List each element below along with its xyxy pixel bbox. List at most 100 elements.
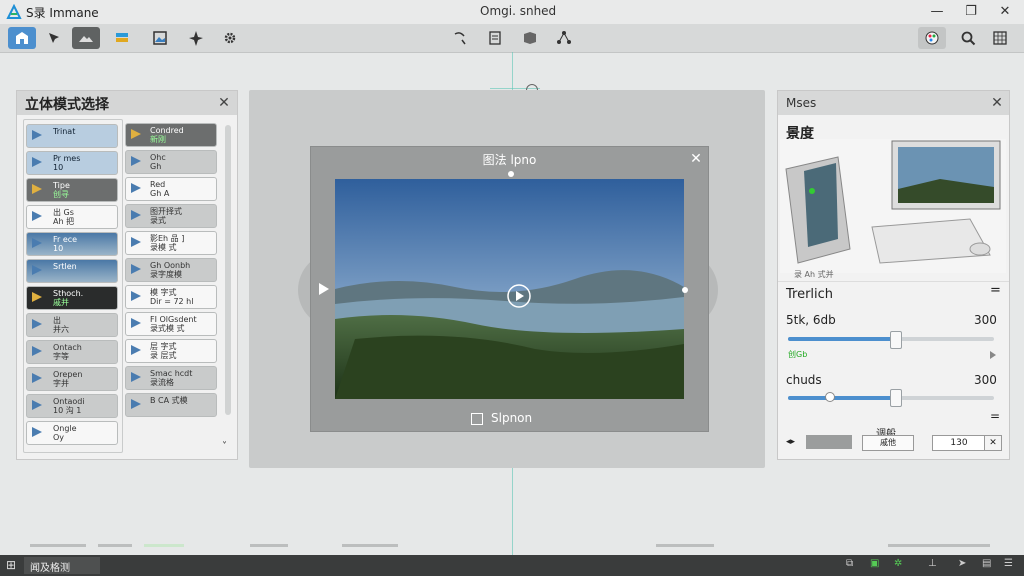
mode-item-sublabel: Gh <box>150 162 162 171</box>
mode-item-sublabel: Gh A <box>150 189 170 198</box>
mode-item[interactable]: 模 字式 Dir = 72 hl <box>125 285 217 309</box>
mode-item[interactable]: 图开择式 录式 <box>125 204 217 228</box>
right-handle[interactable] <box>682 287 688 293</box>
mode-item-label: 影Eh 品 ] <box>150 234 185 243</box>
timeline-segment <box>144 544 184 547</box>
panel-close-button[interactable]: ✕ <box>990 96 1004 110</box>
maximize-button[interactable]: ❐ <box>956 2 986 22</box>
slider2-knob[interactable] <box>890 389 903 407</box>
mode-arrow-icon <box>131 129 141 139</box>
mode-item[interactable]: 层 字式录 层式 <box>125 339 217 363</box>
windows-icon[interactable]: ⊞ <box>6 558 20 572</box>
mode-item[interactable]: Smac hcdt 录流格 <box>125 366 217 390</box>
dialog-close-button[interactable]: ✕ <box>689 152 703 166</box>
play-prev-icon[interactable] <box>319 283 329 295</box>
panel-close-button[interactable]: ✕ <box>217 96 231 110</box>
mode-item[interactable]: Orepen 字并 <box>26 367 118 391</box>
mode-item[interactable]: Fr ece 10 <box>26 232 118 256</box>
search-tool-button[interactable] <box>954 27 982 49</box>
settings-tool-button[interactable] <box>216 27 244 49</box>
menu-icon[interactable]: = <box>990 283 1001 298</box>
table-tool-button[interactable] <box>986 27 1014 49</box>
mode-item[interactable]: Ohc Gh <box>125 150 217 174</box>
color-swatch[interactable] <box>806 435 852 449</box>
scrollbar[interactable] <box>225 125 231 415</box>
slider1-value: 300 <box>974 313 997 327</box>
trerlich-label: Trerlich <box>786 287 834 302</box>
status-network-icon[interactable]: ⧉ <box>846 558 862 572</box>
scroll-down-icon[interactable]: ˅ <box>222 441 227 452</box>
status-arrow-icon[interactable]: ➤ <box>958 558 974 572</box>
move-tool-button[interactable] <box>40 27 68 49</box>
lasso-tool-button[interactable] <box>446 27 474 49</box>
status-doc-icon[interactable]: ▤ <box>982 558 998 572</box>
stereo-mode-panel: 立体模式选择 ✕ Trinat Pr mes 10 Tipe 创寻出 Gs Ah 把 Fr … <box>16 90 238 460</box>
mode-item[interactable]: Tipe 创寻 <box>26 178 118 202</box>
minimize-button[interactable]: — <box>922 2 952 22</box>
mode-arrow-icon <box>131 399 141 409</box>
mode-item[interactable]: Condred 新刚 <box>125 123 217 147</box>
mode-item-sublabel: 10 沟 1 <box>53 406 82 415</box>
mode-item[interactable]: Red Gh A <box>125 177 217 201</box>
network-tool-button[interactable] <box>550 27 578 49</box>
status-list-icon[interactable]: ☰ <box>1004 558 1020 572</box>
mode-item[interactable]: FI OlGsdent 录式模 式 <box>125 312 217 336</box>
stepper-arrows-icon[interactable]: ◂▸ <box>786 437 795 447</box>
image-tool-button[interactable] <box>146 27 174 49</box>
palette-tool-button[interactable] <box>918 27 946 49</box>
mode-item[interactable]: Gh Oonbh 录字度模 <box>125 258 217 282</box>
mode-item-sublabel: 创寻 <box>53 190 69 199</box>
mode-item-label: 图开择式 <box>150 207 182 216</box>
mode-item[interactable]: 出 Gs Ah 把 <box>26 205 118 229</box>
taskbar-item[interactable]: 闻及格测 <box>24 557 100 574</box>
mode-item-sublabel: 10 <box>53 244 64 253</box>
home-tool-button[interactable] <box>8 27 36 49</box>
panel-title: 立体模式选择 <box>25 97 109 113</box>
mode-list-right: Condred 新刚 Ohc Gh Red Gh A 图开择式 录式 影Eh 品 ] 录模 式 Gh… <box>123 119 221 451</box>
timeline-segment <box>98 544 132 547</box>
slider2-min-knob[interactable] <box>825 392 836 402</box>
slider1-knob[interactable] <box>890 331 903 349</box>
clear-button[interactable]: ✕ <box>984 435 1002 451</box>
mode-item[interactable]: Sthoch. 戚并 <box>26 286 118 310</box>
footer-checkbox[interactable] <box>471 413 483 425</box>
top-handle[interactable] <box>508 171 514 177</box>
menu-icon[interactable]: = <box>990 409 1000 423</box>
maximize-icon: ❐ <box>965 4 977 19</box>
mode-item[interactable]: 影Eh 品 ] 录模 式 <box>125 231 217 255</box>
mode-item[interactable]: 出并六 <box>26 313 118 337</box>
layers-tool-button[interactable] <box>108 27 136 49</box>
mode-item[interactable]: Ongle Oy <box>26 421 118 445</box>
home-icon <box>16 32 28 44</box>
mode-item-label: Trinat <box>53 127 76 136</box>
close-window-button[interactable]: ✕ <box>990 2 1020 22</box>
pin-tool-button[interactable] <box>182 27 210 49</box>
mode-item[interactable]: Srtlen <box>26 259 118 283</box>
mode-item-label: В СА 式模 <box>150 396 188 405</box>
status-gear-icon[interactable]: ✲ <box>894 558 910 572</box>
panel-header: Mses ✕ <box>778 91 1009 115</box>
slider1-sub: 创Gb <box>788 350 808 359</box>
mode-item[interactable]: Trinat <box>26 124 118 148</box>
search-icon <box>961 31 976 46</box>
status-monitor-icon[interactable]: ▣ <box>870 558 886 572</box>
close-icon: ✕ <box>999 4 1011 19</box>
slider2-fill <box>788 396 896 400</box>
bottom-button[interactable]: 戚他 <box>862 435 914 451</box>
mode-item-label: Condred <box>150 126 184 135</box>
value-input[interactable]: 130 <box>932 435 986 451</box>
terrain-tool-button[interactable] <box>72 27 100 49</box>
dialog-title: 图法 lpno <box>482 153 537 167</box>
mode-item[interactable]: Ontach 字等 <box>26 340 118 364</box>
status-pin-icon[interactable]: ⊥ <box>928 558 944 572</box>
cube-tool-button[interactable] <box>516 27 544 49</box>
title-bar: S录 Immane Omgi. snhed — ❐ ✕ <box>0 0 1024 25</box>
grid-tool-button[interactable] <box>482 27 510 49</box>
mode-item-label: Ontaodi <box>53 397 85 406</box>
mode-arrow-icon <box>32 157 42 167</box>
mode-item[interactable]: Pr mes 10 <box>26 151 118 175</box>
mode-item[interactable]: Ontaodi 10 沟 1 <box>26 394 118 418</box>
expand-arrow-icon[interactable] <box>990 351 996 359</box>
mode-item[interactable]: В СА 式模 <box>125 393 217 417</box>
mode-item-label: Ongle <box>53 424 77 433</box>
